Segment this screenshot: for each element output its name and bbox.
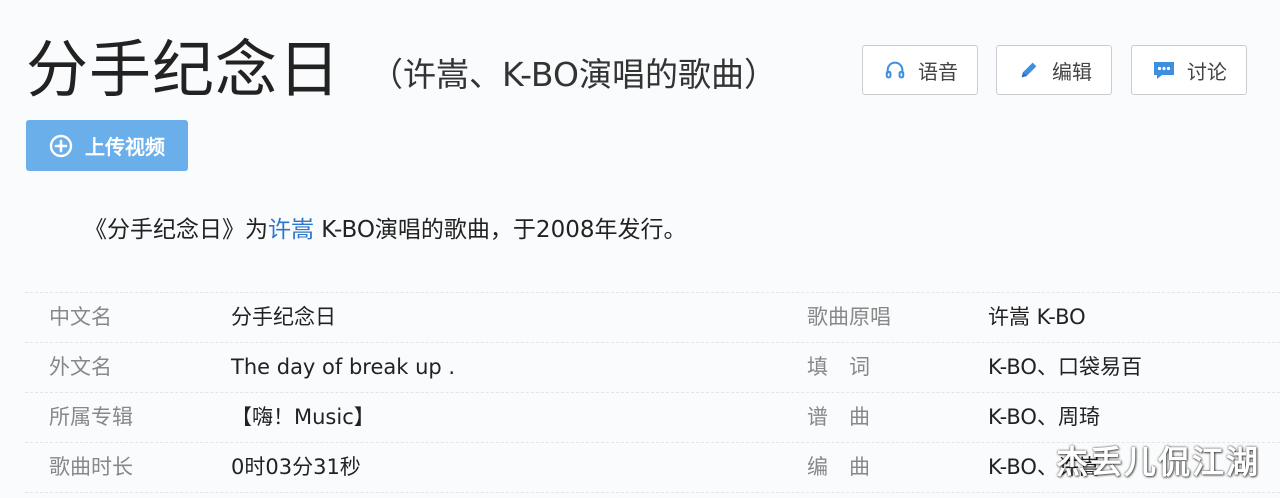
artist-link[interactable]: 许嵩 [268, 217, 314, 243]
info-row: 所属专辑 【嗨！Music】 谱 曲 K-BO、周琦 [25, 393, 1280, 443]
summary-text: 《分手纪念日》为许嵩 K-BO演唱的歌曲，于2008年发行。 [84, 210, 686, 250]
info-row: 中文名 分手纪念日 歌曲原唱 许嵩 K-BO [25, 292, 1280, 343]
info-value: 分手纪念日 [231, 305, 336, 329]
info-key: 中文名 [49, 305, 112, 329]
info-key: 外文名 [49, 355, 112, 379]
voice-button[interactable]: 语音 [862, 45, 978, 95]
info-row: 外文名 The day of break up . 填 词 K-BO、口袋易百 [25, 343, 1280, 393]
watermark-text: 杰丢儿侃江湖 [1056, 443, 1261, 481]
info-key: 所属专辑 [49, 405, 133, 429]
info-key: 歌曲时长 [49, 455, 133, 479]
plus-circle-icon [49, 134, 73, 158]
info-key: 编 曲 [807, 455, 870, 479]
chat-bubble-icon [1151, 57, 1177, 83]
page-title: 分手纪念日 [26, 33, 342, 106]
info-value: The day of break up . [231, 355, 456, 379]
voice-label: 语音 [918, 59, 958, 84]
edit-button[interactable]: 编辑 [996, 45, 1112, 95]
info-key: 填 词 [807, 355, 870, 379]
info-key: 歌曲原唱 [807, 305, 891, 329]
upload-video-button[interactable]: 上传视频 [26, 120, 188, 171]
page-subtitle: （许嵩、K-BO演唱的歌曲） [370, 55, 777, 94]
edit-label: 编辑 [1052, 59, 1092, 84]
info-value: K-BO、口袋易百 [988, 355, 1142, 379]
discuss-button[interactable]: 讨论 [1131, 45, 1247, 95]
info-value: 0时03分31秒 [231, 455, 361, 479]
summary-before: 《分手纪念日》为 [84, 217, 268, 243]
pencil-icon [1016, 57, 1042, 83]
info-value: 许嵩 K-BO [988, 305, 1086, 329]
info-value: 【嗨！Music】 [231, 405, 375, 429]
upload-label: 上传视频 [85, 135, 165, 159]
info-key: 谱 曲 [807, 405, 870, 429]
discuss-label: 讨论 [1187, 59, 1227, 84]
headphones-icon [882, 57, 908, 83]
info-value: K-BO、周琦 [988, 405, 1100, 429]
summary-after: K-BO演唱的歌曲，于2008年发行。 [314, 217, 687, 243]
